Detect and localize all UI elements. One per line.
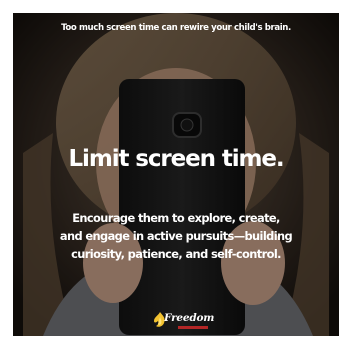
freedom-logo: Freedom: [152, 311, 222, 333]
dark-overlay: [13, 13, 339, 336]
logo-wordmark: Freedom: [164, 312, 215, 324]
promo-card: Too much screen time can rewire your chi…: [13, 13, 339, 336]
tagline: Too much screen time can rewire your chi…: [61, 23, 291, 33]
body-line: and engage in active pursuits—building: [59, 229, 293, 243]
logo-underline: [178, 326, 208, 329]
body-line: curiosity, patience, and self-control.: [71, 247, 281, 261]
body-line: Encourage them to explore, create,: [72, 211, 280, 225]
headline: Limit screen time.: [68, 146, 284, 172]
body-text: Encourage them to explore, create, and e…: [13, 209, 339, 263]
